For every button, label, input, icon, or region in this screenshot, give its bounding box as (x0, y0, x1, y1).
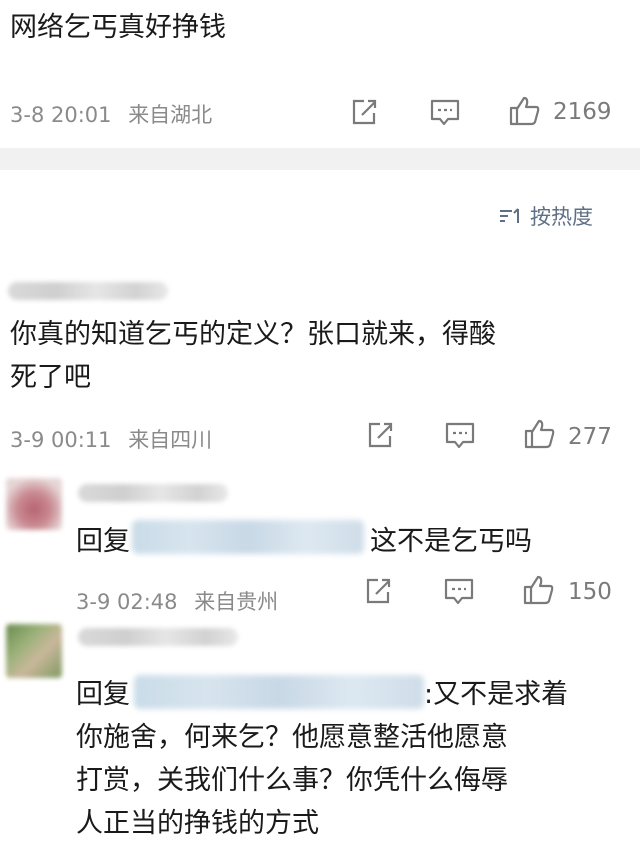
like-icon[interactable] (522, 573, 556, 607)
avatar[interactable] (6, 624, 62, 678)
comment-icon[interactable] (443, 419, 477, 451)
reply-source: 来自贵州 (194, 590, 279, 614)
like-icon[interactable] (508, 94, 542, 128)
sort-label: 按热度 (530, 205, 593, 229)
post-meta: 3-8 20:01 来自湖北 (10, 99, 212, 129)
post-time: 3-8 20:01 (10, 103, 112, 127)
comment-time: 3-9 00:11 (10, 428, 112, 452)
section-divider (0, 148, 640, 170)
sort-icon (500, 208, 519, 223)
comment-meta: 3-9 00:11 来自四川 (10, 424, 212, 454)
like-icon[interactable] (523, 417, 557, 451)
comment-source: 来自四川 (128, 428, 213, 452)
mentioned-user[interactable] (134, 675, 424, 709)
comment-line: 你真的知道乞丐的定义？张口就来，得酸 (10, 319, 496, 350)
reply-username[interactable] (78, 628, 238, 646)
reply-prefix: 回复 (76, 679, 130, 710)
reply-line: 人正当的挣钱的方式 (76, 808, 319, 839)
post-like-count: 2169 (553, 99, 612, 125)
sort-button[interactable]: 按热度 (498, 201, 593, 231)
comment-username[interactable] (8, 282, 168, 300)
share-icon[interactable] (348, 96, 380, 128)
comment-text: 你真的知道乞丐的定义？张口就来，得酸 死了吧 (10, 313, 496, 399)
post-source: 来自湖北 (128, 103, 213, 127)
reply-text: 这不是乞丐吗 (370, 526, 532, 557)
reply-line: 你施舍，何来乞？他愿意整活他愿意 (76, 722, 508, 753)
reply-username[interactable] (78, 484, 228, 502)
reply-like-count: 150 (568, 579, 612, 605)
reply-text: :又不是求着 (424, 679, 569, 710)
share-icon[interactable] (362, 575, 394, 607)
reply-line: 打赏，关我们什么事？你凭什么侮辱 (76, 765, 508, 796)
post-text: 网络乞丐真好挣钱 (10, 12, 226, 43)
comment-line: 死了吧 (10, 362, 91, 393)
reply-prefix: 回复 (76, 526, 130, 557)
comment-icon[interactable] (428, 96, 462, 128)
comment-like-count: 277 (568, 424, 612, 450)
comment-icon[interactable] (442, 575, 476, 607)
avatar[interactable] (6, 478, 62, 530)
reply-text-lines: 你施舍，何来乞？他愿意整活他愿意 打赏，关我们什么事？你凭什么侮辱 人正当的挣钱… (76, 716, 508, 845)
reply-meta: 3-9 02:48 来自贵州 (76, 586, 278, 616)
mentioned-user[interactable] (132, 520, 364, 554)
share-icon[interactable] (364, 419, 396, 451)
reply-time: 3-9 02:48 (76, 590, 178, 614)
